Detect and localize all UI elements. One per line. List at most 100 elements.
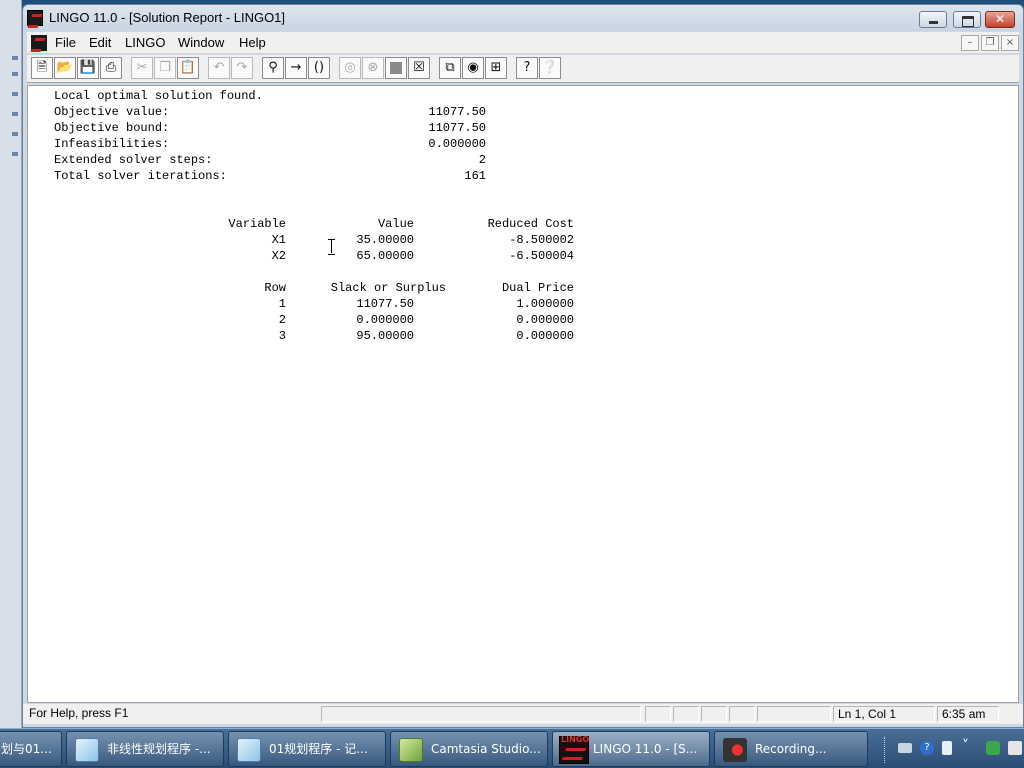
table-cell: 3 <box>278 329 286 343</box>
find-icon[interactable]: ⚲ <box>262 57 284 79</box>
background-window-edge <box>0 0 22 728</box>
maximize-button[interactable] <box>953 11 981 28</box>
taskbar-button-active[interactable]: LINGO LINGO 11.0 - [S... <box>552 731 710 767</box>
print-icon[interactable]: ⎙ <box>100 57 122 79</box>
context-help-icon[interactable]: ❔ <box>539 57 561 79</box>
table-cell: 1 <box>278 297 286 311</box>
menu-lingo[interactable]: LINGO <box>125 35 165 50</box>
strip-mark <box>12 132 18 136</box>
taskbar-button[interactable]: Camtasia Studio... <box>390 731 548 767</box>
summary-label: Total solver iterations: <box>54 169 227 183</box>
record-icon <box>723 738 747 762</box>
status-time: 6:35 am <box>937 706 999 722</box>
summary-value: 11077.50 <box>428 121 486 135</box>
new-file-icon[interactable]: 🗎 <box>31 57 53 79</box>
copy-icon[interactable]: ❐ <box>154 57 176 79</box>
goto-line-icon[interactable]: → <box>285 57 307 79</box>
strip-mark <box>12 152 18 156</box>
taskbar-button[interactable]: 非线性规划程序 -... <box>66 731 224 767</box>
taskbar-button[interactable]: 划与01... <box>0 731 62 767</box>
minimize-button[interactable] <box>919 11 947 28</box>
solve-icon[interactable]: ◎ <box>339 57 361 79</box>
close-window-icon[interactable]: ◉ <box>462 57 484 79</box>
summary-label: Infeasibilities: <box>54 137 170 151</box>
summary-label: Objective value: <box>54 105 170 119</box>
status-panel <box>701 706 727 722</box>
strip-mark <box>12 72 18 76</box>
toolbar: 🗎 📂 💾 ⎙ ✂ ❐ 📋 ↶ ↷ ⚲ → () ◎ ⊗ ☒ ⧉ ◉ ⊞ ? ❔ <box>27 55 1019 83</box>
lingo-app-icon[interactable] <box>27 10 43 26</box>
help-tray-icon[interactable]: ? <box>920 741 934 755</box>
tray-grip <box>884 737 888 763</box>
stop-icon[interactable] <box>385 57 407 79</box>
strip-mark <box>12 56 18 60</box>
close-all-icon[interactable]: ☒ <box>408 57 430 79</box>
summary-label: Objective bound: <box>54 121 170 135</box>
table-cell: X2 <box>271 249 286 263</box>
strip-mark <box>12 112 18 116</box>
taskbar-button[interactable]: Recording... <box>714 731 868 767</box>
title-bar[interactable]: LINGO 11.0 - [Solution Report - LINGO1] <box>23 5 1023 31</box>
table-cell: 1.000000 <box>516 297 574 311</box>
open-folder-icon[interactable]: 📂 <box>54 57 76 79</box>
menu-bar: File Edit LINGO Window Help – ❐ × <box>27 32 1019 54</box>
report-status-line: Local optimal solution found. <box>54 89 263 103</box>
menu-edit[interactable]: Edit <box>89 35 111 50</box>
tile-windows-icon[interactable]: ⊞ <box>485 57 507 79</box>
column-header: Variable <box>228 217 286 231</box>
help-topics-icon[interactable]: ? <box>516 57 538 79</box>
table-cell: -6.500004 <box>509 249 574 263</box>
taskbar-label: Recording... <box>755 742 827 756</box>
send-to-back-icon[interactable]: ⧉ <box>439 57 461 79</box>
lingo-icon-text: LINGO <box>561 735 590 744</box>
table-cell: X1 <box>271 233 286 247</box>
paste-icon[interactable]: 📋 <box>177 57 199 79</box>
document-menu-icon[interactable] <box>31 35 47 51</box>
status-help-text: For Help, press F1 <box>29 706 129 720</box>
summary-value: 11077.50 <box>428 105 486 119</box>
taskbar-label: 非线性规划程序 -... <box>107 742 211 756</box>
menu-file[interactable]: File <box>55 35 76 50</box>
taskbar: 划与01... 非线性规划程序 -... 01规划程序 - 记... Camta… <box>0 728 1024 768</box>
table-cell: -8.500002 <box>509 233 574 247</box>
column-header: Slack or Surplus <box>330 281 446 295</box>
menu-window[interactable]: Window <box>178 35 224 50</box>
safely-remove-icon[interactable] <box>986 741 1000 755</box>
redo-icon[interactable]: ↷ <box>231 57 253 79</box>
table-cell: 11077.50 <box>356 297 414 311</box>
window-title: LINGO 11.0 - [Solution Report - LINGO1] <box>49 10 286 25</box>
cut-icon[interactable]: ✂ <box>131 57 153 79</box>
undo-icon[interactable]: ↶ <box>208 57 230 79</box>
notepad-icon <box>237 738 261 762</box>
ime-settings-icon[interactable] <box>942 741 952 755</box>
table-cell: 2 <box>278 313 286 327</box>
taskbar-label: 划与01... <box>1 742 52 756</box>
close-button[interactable] <box>985 11 1015 28</box>
column-header: Reduced Cost <box>487 217 574 231</box>
status-line-col: Ln 1, Col 1 <box>833 706 935 722</box>
match-parenthesis-icon[interactable]: () <box>308 57 330 79</box>
summary-value: 0.000000 <box>428 137 486 151</box>
solution-icon[interactable]: ⊗ <box>362 57 384 79</box>
keyboard-icon[interactable] <box>898 743 912 753</box>
table-cell: 95.00000 <box>356 329 414 343</box>
status-panel <box>673 706 699 722</box>
summary-label: Extended solver steps: <box>54 153 213 167</box>
menu-help[interactable]: Help <box>239 35 266 50</box>
status-panel <box>645 706 671 722</box>
mdi-minimize-button[interactable]: – <box>961 35 979 51</box>
camtasia-icon <box>399 738 423 762</box>
column-header: Value <box>377 217 414 231</box>
status-panel <box>321 706 641 722</box>
summary-value: 2 <box>478 153 486 167</box>
column-header: Row <box>264 281 286 295</box>
save-icon[interactable]: 💾 <box>77 57 99 79</box>
chevron-up-icon[interactable]: ˅ <box>962 739 976 753</box>
solution-report-pane[interactable]: Local optimal solution found. Objective … <box>27 85 1019 703</box>
network-icon[interactable] <box>1008 741 1022 755</box>
table-cell: 0.000000 <box>356 313 414 327</box>
mdi-close-button[interactable]: × <box>1001 35 1019 51</box>
taskbar-button[interactable]: 01规划程序 - 记... <box>228 731 386 767</box>
mdi-restore-button[interactable]: ❐ <box>981 35 999 51</box>
table-cell: 0.000000 <box>516 329 574 343</box>
